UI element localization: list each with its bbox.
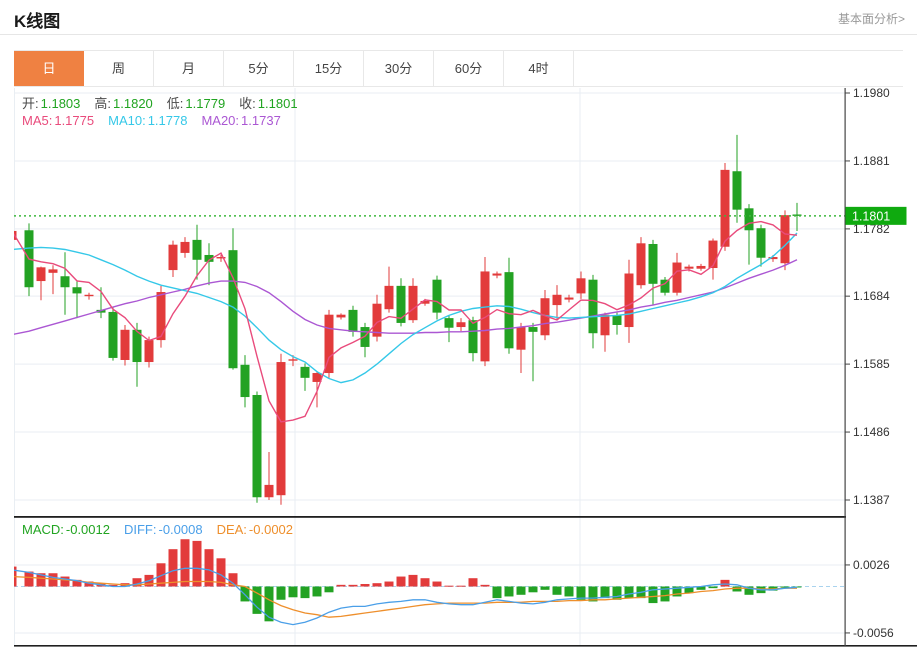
- ohlc-row-item-3: 收:1.1801: [239, 96, 297, 111]
- legend-value: 1.1820: [113, 96, 153, 111]
- ma-row-item-1: MA10:1.1778: [108, 113, 187, 128]
- legend-label: 开:: [22, 96, 39, 111]
- macd-tick-label: -0.0056: [853, 626, 894, 640]
- legend-label: DIFF:: [124, 522, 157, 537]
- price-tick-label: 1.1486: [853, 425, 890, 439]
- ma-row-item-2: MA20:1.1737: [201, 113, 280, 128]
- current-price-badge: 1.1801: [846, 207, 907, 225]
- ohlc-row-item-1: 高:1.1820: [94, 96, 152, 111]
- macd-row-item-0: MACD:-0.0012: [22, 522, 110, 537]
- legend-value: 1.1778: [148, 113, 188, 128]
- current-price-label: 1.1801: [852, 209, 890, 223]
- macd-pane: [8, 539, 846, 624]
- price-axis-line: [845, 88, 846, 646]
- macd-row-item-1: DIFF:-0.0008: [124, 522, 203, 537]
- legend-value: -0.0012: [66, 522, 110, 537]
- legend-label: DEA:: [217, 522, 247, 537]
- price-axis: 1.19801.18811.17821.16841.15851.14861.13…: [845, 86, 894, 640]
- price-tick-label: 1.1387: [853, 493, 890, 507]
- macd-legend: MACD:-0.0012 DIFF:-0.0008 DEA:-0.0002: [22, 522, 307, 537]
- legend-label: MA5:: [22, 113, 52, 128]
- kline-page: K线图 基本面分析> 日周月5分15分30分60分4时 1.19801.1881…: [0, 0, 917, 650]
- legend-value: 1.1737: [241, 113, 281, 128]
- ohlc-legend: 开:1.1803 高:1.1820 低:1.1779 收:1.1801: [22, 93, 312, 112]
- pane-divider: [14, 516, 846, 518]
- gridlines: [14, 88, 845, 645]
- legend-value: -0.0008: [158, 522, 202, 537]
- macd-tick-label: 0.0026: [853, 558, 890, 572]
- price-tick-label: 1.1684: [853, 289, 890, 303]
- legend-label: 收:: [239, 96, 256, 111]
- legend-value: 1.1801: [258, 96, 298, 111]
- ma-legend: MA5:1.1775 MA10:1.1778 MA20:1.1737: [22, 113, 295, 128]
- macd-row-item-2: DEA:-0.0002: [217, 522, 293, 537]
- ma-row-item-0: MA5:1.1775: [22, 113, 94, 128]
- price-tick-label: 1.1585: [853, 357, 890, 371]
- legend-label: MA10:: [108, 113, 146, 128]
- legend-label: MACD:: [22, 522, 64, 537]
- legend-value: 1.1803: [41, 96, 81, 111]
- legend-value: 1.1779: [185, 96, 225, 111]
- legend-label: 低:: [167, 96, 184, 111]
- price-tick-label: 1.1980: [853, 86, 890, 100]
- legend-label: 高:: [94, 96, 111, 111]
- legend-value: 1.1775: [54, 113, 94, 128]
- price-tick-label: 1.1881: [853, 154, 890, 168]
- ohlc-row-item-0: 开:1.1803: [22, 96, 80, 111]
- legend-label: MA20:: [201, 113, 239, 128]
- bottom-border: [14, 645, 917, 647]
- ohlc-row-item-2: 低:1.1779: [167, 96, 225, 111]
- legend-value: -0.0002: [249, 522, 293, 537]
